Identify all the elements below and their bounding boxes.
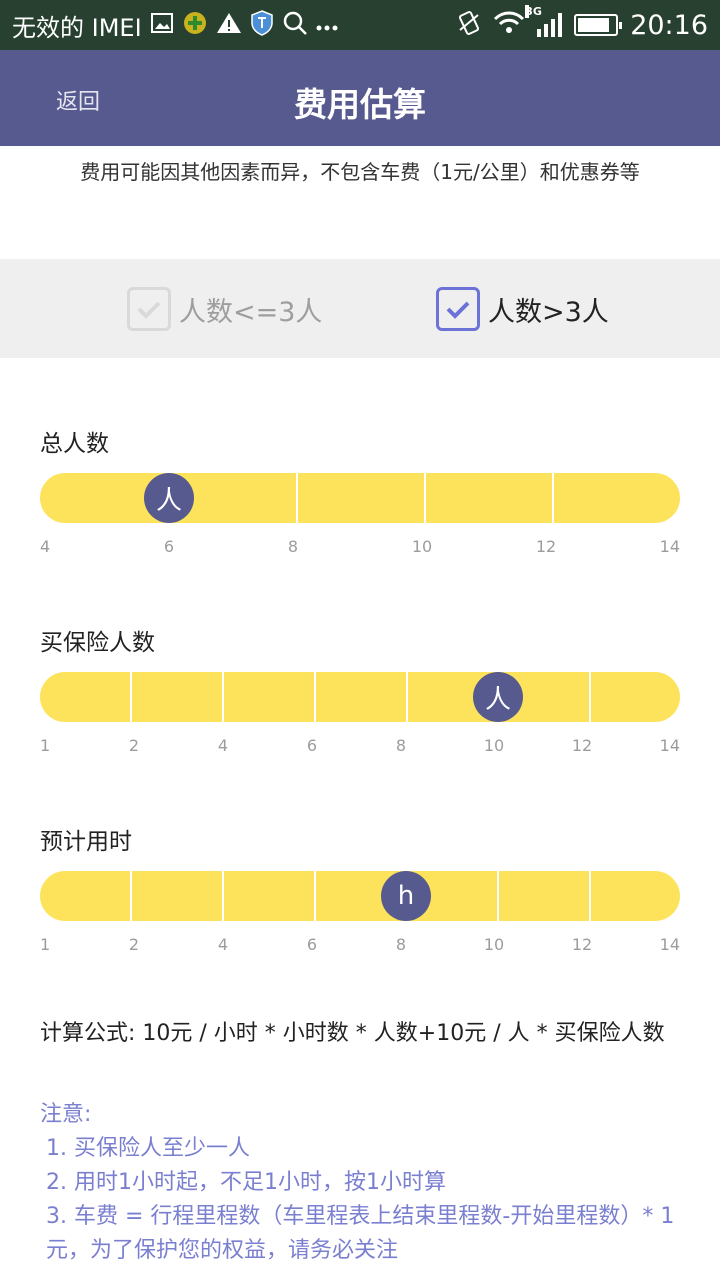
option-label: 人数>3人	[488, 296, 609, 328]
checkbox-checked-icon[interactable]	[436, 287, 480, 331]
checkbox-unchecked-icon[interactable]	[127, 287, 171, 331]
track-divider	[589, 871, 591, 921]
app-icon	[182, 10, 208, 41]
tick-label: 1	[40, 736, 51, 755]
estimated-hours-label: 预计用时	[40, 829, 132, 855]
tick-label: 1	[40, 935, 51, 954]
tick-label: 12	[535, 537, 557, 556]
shield-icon	[250, 9, 274, 41]
note-item: 3. 车费 = 行程里程数（车里程表上结束里程数-开始里程数）* 1元，为了保护…	[46, 1204, 675, 1263]
option-label: 人数<=3人	[179, 296, 323, 328]
wifi-icon	[493, 11, 525, 40]
cost-formula: 计算公式: 10元 / 小时 * 小时数 * 人数+10元 / 人 * 买保险人…	[40, 1021, 665, 1046]
tick-label: 6	[163, 537, 175, 556]
tick-label: 10	[483, 736, 505, 755]
tick-label: 14	[659, 935, 680, 954]
image-icon	[150, 11, 174, 40]
tick-label: 8	[395, 935, 407, 954]
track-divider	[130, 672, 132, 722]
tick-label: 2	[128, 935, 140, 954]
tick-label: 6	[306, 736, 318, 755]
track-divider	[222, 672, 224, 722]
tick-label: 2	[128, 736, 140, 755]
track-divider	[314, 871, 316, 921]
estimated-hours-slider[interactable]: h	[40, 871, 680, 921]
tick-label: 14	[659, 537, 680, 556]
track-divider	[497, 871, 499, 921]
clock: 20:16	[630, 9, 708, 41]
tick-label: 12	[571, 935, 593, 954]
search-icon	[282, 10, 308, 41]
more-icon	[316, 13, 338, 37]
insured-people-slider[interactable]: 人	[40, 672, 680, 722]
carrier-text: 无效的 IMEI	[12, 13, 142, 42]
track-divider	[552, 473, 554, 523]
track-divider	[589, 672, 591, 722]
status-bar: 无效的 IMEI 3G 20:16	[0, 0, 720, 50]
note-item: 1. 买保险人至少一人	[46, 1136, 250, 1161]
total-people-slider[interactable]: 人	[40, 473, 680, 523]
network-type: 3G	[525, 5, 542, 18]
total-people-label: 总人数	[40, 431, 109, 457]
slider-thumb-people-icon[interactable]: 人	[473, 672, 523, 722]
tick-label: 8	[287, 537, 299, 556]
vibrate-icon	[457, 10, 481, 41]
tick-label: 12	[571, 736, 593, 755]
tick-label: 14	[659, 736, 680, 755]
tick-label: 4	[40, 537, 51, 556]
battery-icon	[574, 14, 623, 36]
slider-thumb-hours-icon[interactable]: h	[381, 871, 431, 921]
tick-label: 6	[306, 935, 318, 954]
page-title: 费用估算	[294, 85, 426, 124]
track-divider	[296, 473, 298, 523]
note-item: 2. 用时1小时起，不足1小时，按1小时算	[46, 1170, 446, 1195]
option-gt-3-people[interactable]: 人数>3人	[436, 286, 609, 332]
notes-title: 注意:	[40, 1102, 92, 1127]
tick-label: 4	[217, 935, 229, 954]
signal-icon: 3G	[525, 5, 563, 37]
option-le-3-people[interactable]: 人数<=3人	[127, 286, 322, 332]
warning-icon	[216, 11, 242, 40]
tick-label: 4	[217, 736, 229, 755]
tick-label: 10	[411, 537, 433, 556]
notes-section: 注意: 1. 买保险人至少一人 2. 用时1小时起，不足1小时，按1小时算 3.…	[40, 1098, 690, 1268]
app-header: 返回 费用估算	[0, 50, 720, 146]
track-divider	[222, 871, 224, 921]
insured-people-label: 买保险人数	[40, 630, 155, 656]
track-divider	[130, 871, 132, 921]
cost-notice: 费用可能因其他因素而异，不包含车费（1元/公里）和优惠券等	[80, 160, 640, 184]
slider-thumb-people-icon[interactable]: 人	[144, 473, 194, 523]
track-divider	[406, 672, 408, 722]
tick-label: 8	[395, 736, 407, 755]
group-size-selector: 人数<=3人 人数>3人	[0, 259, 720, 358]
track-divider	[314, 672, 316, 722]
track-divider	[424, 473, 426, 523]
tick-label: 10	[483, 935, 505, 954]
